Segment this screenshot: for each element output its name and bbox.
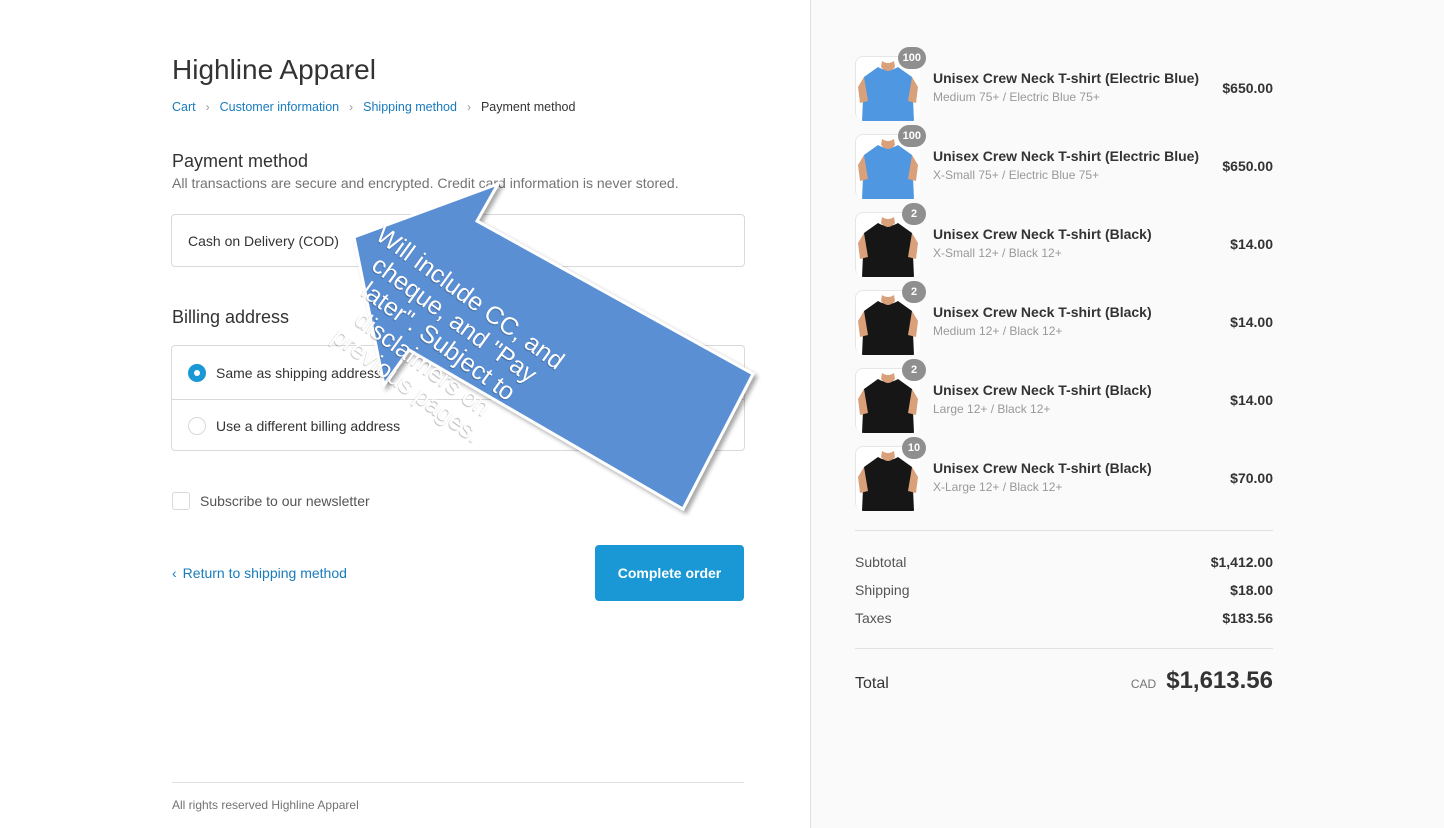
newsletter-checkbox[interactable] bbox=[172, 492, 190, 510]
product-title: Unisex Crew Neck T-shirt (Black) bbox=[933, 460, 1152, 476]
order-line-item: 100 Unisex Crew Neck T-shirt (Electric Bl… bbox=[855, 47, 1273, 121]
product-thumbnail: 10 bbox=[855, 437, 926, 511]
product-variant: Medium 75+ / Electric Blue 75+ bbox=[933, 90, 1100, 104]
footer-text: All rights reserved Highline Apparel bbox=[172, 798, 359, 812]
quantity-badge: 2 bbox=[902, 359, 926, 381]
breadcrumb-customer-information[interactable]: Customer information bbox=[220, 100, 340, 114]
product-variant: Large 12+ / Black 12+ bbox=[933, 402, 1051, 416]
taxes-value: $183.56 bbox=[1222, 610, 1273, 626]
breadcrumb: Cart › Customer information › Shipping m… bbox=[172, 100, 575, 114]
payment-option-label: Cash on Delivery (COD) bbox=[188, 233, 339, 249]
billing-same-label: Same as shipping address bbox=[216, 364, 381, 381]
return-link-label: Return to shipping method bbox=[182, 565, 347, 581]
newsletter-option[interactable]: Subscribe to our newsletter bbox=[172, 492, 370, 510]
product-price: $70.00 bbox=[1230, 470, 1273, 486]
chevron-right-icon: › bbox=[349, 100, 354, 114]
store-name[interactable]: Highline Apparel bbox=[172, 54, 376, 86]
order-summary: 100 Unisex Crew Neck T-shirt (Electric Bl… bbox=[810, 0, 1444, 828]
product-thumbnail: 2 bbox=[855, 281, 926, 355]
payment-method-heading: Payment method bbox=[172, 151, 309, 171]
product-title: Unisex Crew Neck T-shirt (Electric Blue) bbox=[933, 70, 1200, 86]
product-price: $650.00 bbox=[1222, 80, 1273, 96]
quantity-badge: 2 bbox=[902, 203, 926, 225]
total-label: Total bbox=[855, 675, 889, 692]
order-line-item: 100 Unisex Crew Neck T-shirt (Electric Bl… bbox=[855, 125, 1273, 199]
shipping-row: Shipping $18.00 bbox=[855, 582, 1273, 598]
product-price: $14.00 bbox=[1230, 314, 1273, 330]
subtotal-value: $1,412.00 bbox=[1210, 554, 1273, 570]
complete-order-button[interactable]: Complete order bbox=[595, 545, 744, 601]
product-variant: Medium 12+ / Black 12+ bbox=[933, 324, 1063, 338]
order-line-item: 2 Unisex Crew Neck T-shirt (Black) Large 1… bbox=[855, 359, 1273, 433]
total-row: Total CAD $1,613.56 bbox=[855, 667, 1273, 695]
summary-divider bbox=[855, 530, 1273, 531]
product-price: $650.00 bbox=[1222, 158, 1273, 174]
product-thumbnail: 100 bbox=[855, 47, 926, 121]
quantity-badge: 2 bbox=[902, 281, 926, 303]
total-amount: $1,613.56 bbox=[1166, 667, 1273, 694]
shipping-value: $18.00 bbox=[1230, 582, 1273, 598]
product-thumbnail: 100 bbox=[855, 125, 926, 199]
quantity-badge: 10 bbox=[902, 437, 926, 459]
product-variant: X-Large 12+ / Black 12+ bbox=[933, 480, 1063, 494]
product-title: Unisex Crew Neck T-shirt (Black) bbox=[933, 304, 1152, 320]
product-title: Unisex Crew Neck T-shirt (Black) bbox=[933, 226, 1152, 242]
breadcrumb-current: Payment method bbox=[480, 100, 576, 114]
order-line-item: 2 Unisex Crew Neck T-shirt (Black) X-Small… bbox=[855, 203, 1273, 277]
total-amount-group: CAD $1,613.56 bbox=[1131, 667, 1273, 695]
subtotal-label: Subtotal bbox=[855, 554, 907, 570]
radio-checked-icon[interactable] bbox=[188, 363, 206, 382]
billing-address-heading: Billing address bbox=[172, 307, 290, 327]
payment-method-subtitle: All transactions are secure and encrypte… bbox=[172, 175, 679, 191]
product-variant: X-Small 12+ / Black 12+ bbox=[933, 246, 1062, 260]
newsletter-label: Subscribe to our newsletter bbox=[200, 493, 370, 509]
chevron-right-icon: › bbox=[466, 100, 471, 114]
product-price: $14.00 bbox=[1230, 392, 1273, 408]
currency-code: CAD bbox=[1130, 677, 1157, 691]
breadcrumb-cart[interactable]: Cart bbox=[172, 100, 196, 114]
order-line-item: 10 Unisex Crew Neck T-shirt (Black) X-Larg… bbox=[855, 437, 1273, 511]
product-title: Unisex Crew Neck T-shirt (Black) bbox=[933, 382, 1152, 398]
total-divider bbox=[855, 648, 1273, 649]
taxes-label: Taxes bbox=[855, 610, 892, 626]
taxes-row: Taxes $183.56 bbox=[855, 610, 1273, 626]
return-to-shipping-link[interactable]: ‹ Return to shipping method bbox=[172, 565, 347, 581]
product-thumbnail: 2 bbox=[855, 359, 926, 433]
product-title: Unisex Crew Neck T-shirt (Electric Blue) bbox=[933, 148, 1200, 164]
billing-different-label: Use a different billing address bbox=[216, 418, 401, 434]
subtotal-row: Subtotal $1,412.00 bbox=[855, 554, 1273, 570]
radio-unchecked-icon[interactable] bbox=[188, 417, 206, 435]
chevron-right-icon: › bbox=[205, 100, 210, 114]
checkout-main: Highline Apparel Cart › Customer informa… bbox=[0, 0, 810, 828]
quantity-badge: 100 bbox=[897, 125, 926, 147]
payment-option-cod[interactable]: Cash on Delivery (COD) bbox=[171, 214, 745, 267]
product-price: $14.00 bbox=[1230, 236, 1273, 252]
product-thumbnail: 2 bbox=[855, 203, 926, 277]
quantity-badge: 100 bbox=[897, 47, 926, 69]
footer-divider bbox=[172, 782, 744, 783]
product-variant: X-Small 75+ / Electric Blue 75+ bbox=[933, 168, 1100, 182]
order-line-item: 2 Unisex Crew Neck T-shirt (Black) Medium … bbox=[855, 281, 1273, 355]
shipping-label: Shipping bbox=[855, 582, 910, 598]
breadcrumb-shipping-method[interactable]: Shipping method bbox=[363, 100, 457, 114]
chevron-left-icon: ‹ bbox=[172, 565, 177, 581]
